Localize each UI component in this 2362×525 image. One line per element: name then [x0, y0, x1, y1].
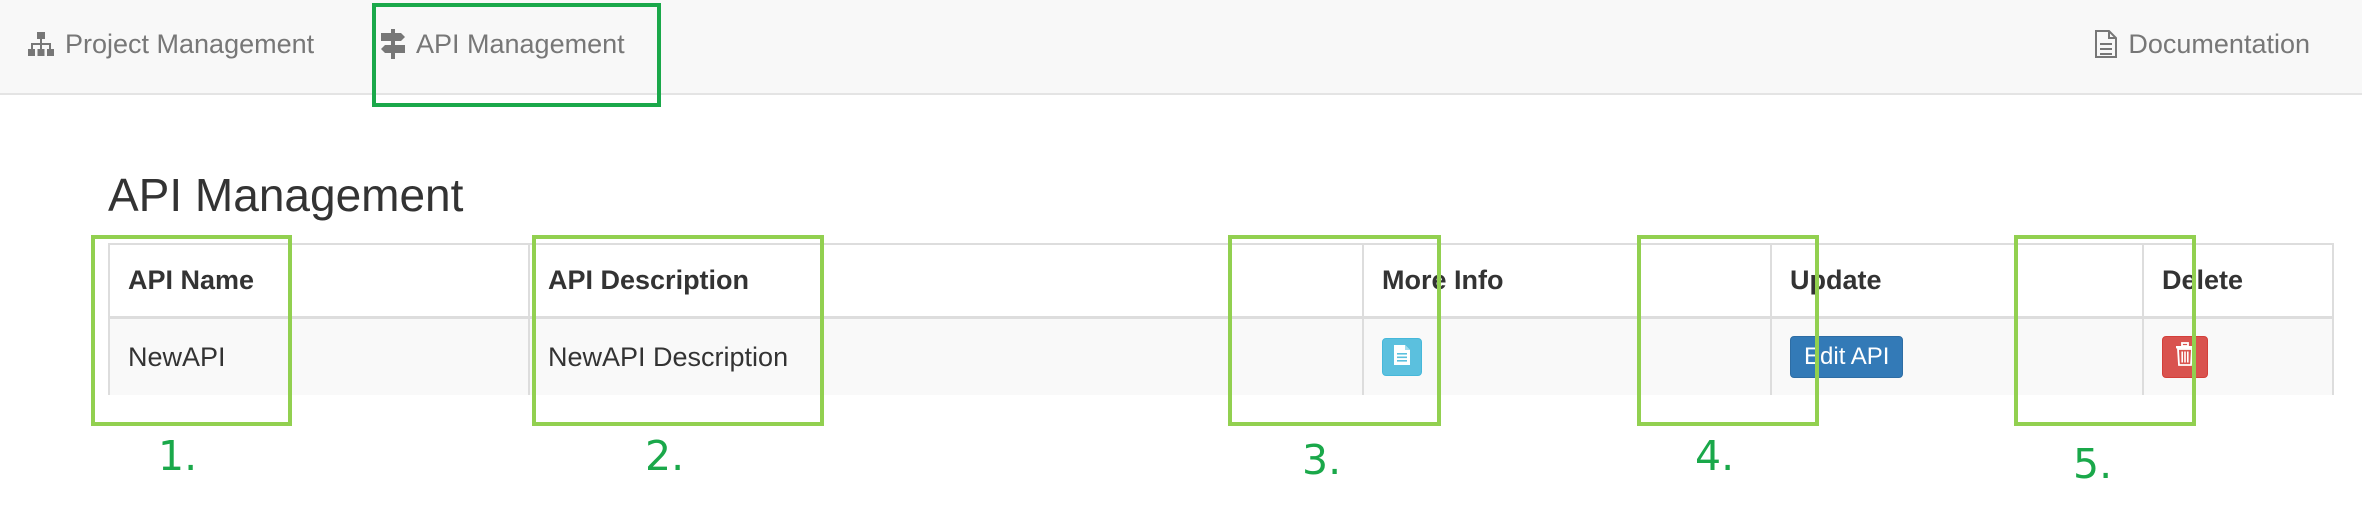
- header-more-info: More Info: [1362, 245, 1770, 316]
- edit-api-button[interactable]: Edit API: [1790, 336, 1904, 378]
- file-icon: [2094, 30, 2118, 58]
- trash-icon: [2175, 341, 2195, 373]
- table-row: NewAPI NewAPI Description Edit API: [110, 319, 2332, 395]
- annotation-label-1: 1.: [158, 432, 198, 480]
- annotation-label-3: 3.: [1302, 436, 1342, 484]
- cell-more-info: [1362, 319, 1770, 395]
- top-navbar: Project Management API Management Docume…: [0, 0, 2362, 95]
- nav-documentation[interactable]: Documentation: [2094, 0, 2310, 88]
- api-table: API Name API Description More Info Updat…: [108, 243, 2334, 395]
- nav-documentation-label: Documentation: [2128, 28, 2310, 59]
- cell-api-description: NewAPI Description: [528, 319, 1362, 395]
- cell-api-name: NewAPI: [128, 341, 226, 372]
- nav-project-management-label: Project Management: [65, 28, 315, 59]
- delete-api-button[interactable]: [2162, 336, 2208, 378]
- sitemap-icon: [27, 31, 55, 57]
- annotation-label-5: 5.: [2073, 440, 2113, 488]
- annotation-label-2: 2.: [645, 432, 685, 480]
- page-title: API Management: [108, 169, 464, 221]
- signpost-icon: [380, 29, 406, 59]
- more-info-button[interactable]: [1382, 338, 1422, 376]
- file-text-icon: [1393, 342, 1411, 373]
- annotation-label-4: 4.: [1695, 432, 1735, 480]
- nav-api-management-label: API Management: [416, 28, 625, 59]
- cell-update: Edit API: [1770, 319, 2142, 395]
- header-api-name: API Name: [128, 265, 255, 295]
- header-api-description: API Description: [528, 245, 1362, 316]
- header-delete: Delete: [2142, 245, 2336, 316]
- header-update: Update: [1770, 245, 2142, 316]
- cell-delete: [2142, 319, 2336, 395]
- nav-api-management[interactable]: API Management: [380, 0, 625, 88]
- nav-project-management[interactable]: Project Management: [27, 0, 314, 88]
- table-header-row: API Name API Description More Info Updat…: [110, 245, 2332, 319]
